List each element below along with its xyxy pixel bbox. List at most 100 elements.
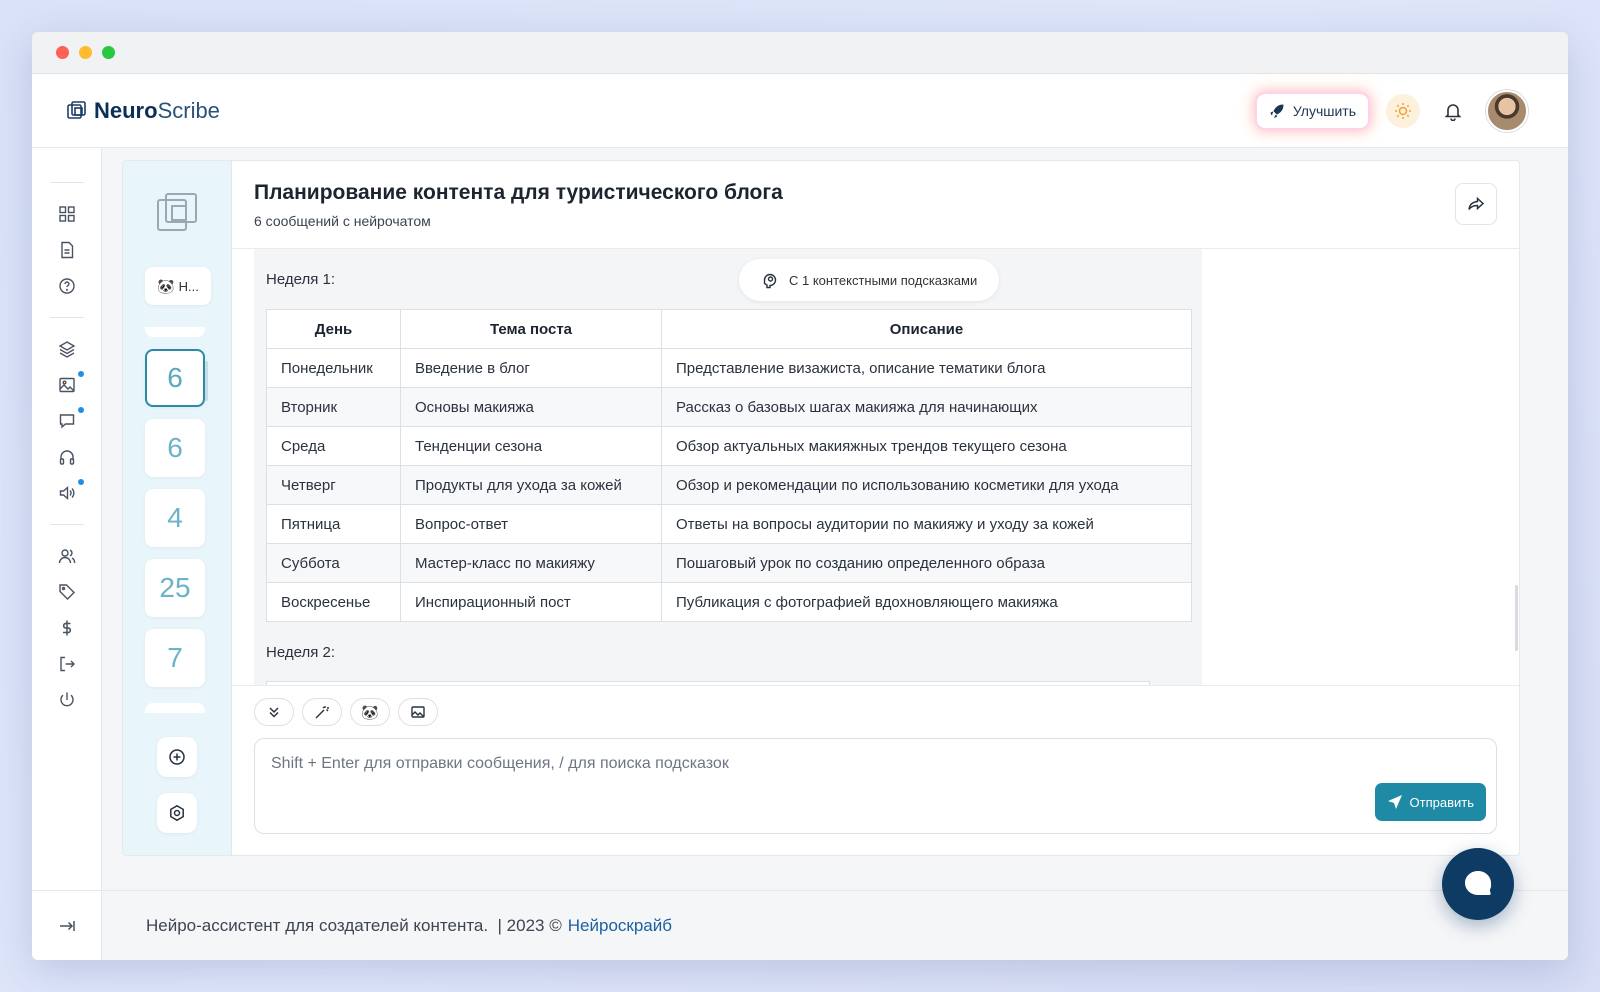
left-navigation (32, 148, 102, 960)
chat-settings-button[interactable] (157, 793, 197, 833)
context-hints-pill[interactable]: С 1 контекстными подсказками (739, 259, 1000, 301)
composer-area: 🐼 Shift + Enter для отправки сообщения, … (232, 685, 1519, 855)
speaker-badge (77, 479, 84, 485)
brain-icon (763, 273, 777, 289)
table-row: Воскресенье Инспирационный пост Публикация… (266, 582, 1192, 622)
new-chat-button[interactable] (157, 737, 197, 777)
panda-icon: 🐼 (361, 703, 379, 720)
table-cell: Обзор и рекомендации по использованию ко… (661, 465, 1192, 505)
chat-message-count: 6 (167, 432, 183, 463)
user-avatar[interactable] (1486, 89, 1528, 132)
table-cell: Представление визажиста, описание темати… (661, 348, 1192, 388)
close-window-button[interactable] (56, 46, 69, 59)
brand-logo[interactable]: Neuro Scribe (66, 98, 220, 124)
message-input[interactable]: Shift + Enter для отправки сообщения, / … (254, 738, 1497, 834)
chat-message-count: 7 (167, 642, 183, 673)
chat-card[interactable]: 25 (145, 559, 205, 617)
share-icon (1468, 196, 1485, 211)
chat-card[interactable]: 6 (145, 349, 205, 407)
table-header-description: Описание (661, 309, 1192, 349)
double-chevron-down-icon (269, 707, 279, 718)
chat-card[interactable]: 7 (145, 629, 205, 687)
week1-label: Неделя 1: (266, 271, 335, 288)
chat-icon[interactable] (56, 407, 84, 432)
persona-button[interactable]: 🐼 (350, 698, 390, 726)
image-icon[interactable] (56, 371, 84, 396)
magic-wand-button[interactable] (302, 698, 342, 726)
logout-icon[interactable] (56, 653, 78, 675)
dollar-icon[interactable] (56, 617, 78, 639)
support-chat-button[interactable] (1442, 848, 1514, 920)
chat-title: Планирование контента для туристического… (254, 181, 783, 204)
chat-header: Планирование контента для туристического… (232, 161, 1519, 249)
chat-message-count: 6 (167, 362, 183, 393)
table-row: Суббота Мастер-класс по макияжу Пошаговый … (266, 543, 1192, 583)
layers-icon[interactable] (56, 338, 78, 360)
message-input-placeholder: Shift + Enter для отправки сообщения, / … (271, 755, 729, 772)
brand-name-light: Scribe (157, 97, 220, 123)
chat-card[interactable]: 4 (145, 489, 205, 547)
help-icon[interactable] (56, 275, 78, 297)
table-cell: Ответы на вопросы аудитории по макияжу и… (661, 504, 1192, 544)
content-plan-table: День Тема поста Описание Понедельник Введ… (266, 309, 1192, 622)
notifications-button[interactable] (1438, 96, 1468, 126)
app-logo-icon (157, 193, 197, 231)
chat-message-count: 25 (159, 572, 191, 603)
tag-icon[interactable] (56, 581, 78, 603)
footer-link[interactable]: Нейроскрайб (568, 916, 672, 936)
document-icon[interactable] (56, 239, 78, 261)
table-cell: Пятница (266, 504, 401, 544)
window-titlebar (32, 32, 1568, 74)
chat-list-scrollbar[interactable] (205, 361, 208, 401)
table-cell: Пошаговый урок по созданию определенного… (661, 543, 1192, 583)
table-cell: Основы макияжа (400, 387, 662, 427)
image-badge (77, 371, 84, 377)
message-scrollbar[interactable] (1515, 585, 1518, 651)
chat-card-partial-top[interactable] (145, 327, 205, 337)
table-row: Вторник Основы макияжа Рассказ о базовых ш… (266, 387, 1192, 427)
top-bar: Neuro Scribe Улучшить (32, 74, 1568, 148)
chat-message-count: 4 (167, 502, 183, 533)
table-cell: Рассказ о базовых шагах макияжа для начи… (661, 387, 1192, 427)
chat-list-sidebar: 🐼 Н... 6 6 4 25 7 (123, 161, 232, 855)
table-cell: Вторник (266, 387, 401, 427)
persona-label: Н... (178, 278, 199, 294)
rocket-icon (1270, 103, 1284, 118)
scroll-down-button[interactable] (254, 698, 294, 726)
theme-toggle-button[interactable] (1386, 93, 1420, 128)
table-cell: Понедельник (266, 348, 401, 388)
users-icon[interactable] (56, 545, 78, 567)
table-cell: Четверг (266, 465, 401, 505)
power-icon[interactable] (56, 689, 78, 711)
table-cell: Инспирационный пост (400, 582, 662, 622)
context-hints-label: С 1 контекстными подсказками (789, 272, 978, 288)
minimize-window-button[interactable] (79, 46, 92, 59)
headphones-icon[interactable] (56, 446, 78, 468)
sun-icon (1395, 102, 1411, 119)
persona-chip[interactable]: 🐼 Н... (145, 267, 211, 305)
collapse-sidebar-icon[interactable] (56, 915, 78, 937)
share-button[interactable] (1455, 183, 1497, 225)
send-button[interactable]: Отправить (1374, 783, 1486, 821)
page-footer: Нейро-ассистент для создателей контента.… (102, 890, 1568, 960)
brand-icon (67, 100, 86, 119)
dashboard-icon[interactable] (56, 203, 78, 225)
table-cell: Обзор актуальных макияжных трендов текущ… (661, 426, 1192, 466)
upgrade-button[interactable]: Улучшить (1256, 93, 1368, 128)
app-window: Neuro Scribe Улучшить 🐼 Н... 6 6 4 25 7 … (32, 32, 1568, 960)
table-row: Пятница Вопрос-ответ Ответы на вопросы ауд… (266, 504, 1192, 544)
chat-card-partial-bottom[interactable] (145, 703, 205, 713)
chat-panel: 🐼 Н... 6 6 4 25 7 Планирование контента … (122, 160, 1520, 856)
maximize-window-button[interactable] (102, 46, 115, 59)
speaker-icon[interactable] (56, 479, 84, 504)
panda-icon: 🐼 (157, 277, 175, 294)
message-area: Неделя 1: С 1 контекстными подсказками Д… (254, 249, 1202, 685)
chat-subtitle: 6 сообщений с нейрочатом (254, 213, 431, 229)
table-cell: Вопрос-ответ (400, 504, 662, 544)
chat-card[interactable]: 6 (145, 419, 205, 477)
image-upload-button[interactable] (398, 698, 438, 726)
bell-icon (1444, 103, 1462, 121)
table-cell: Публикация с фотографией вдохновляющего … (661, 582, 1192, 622)
table-header-day: День (266, 309, 401, 349)
send-icon (1387, 795, 1402, 809)
